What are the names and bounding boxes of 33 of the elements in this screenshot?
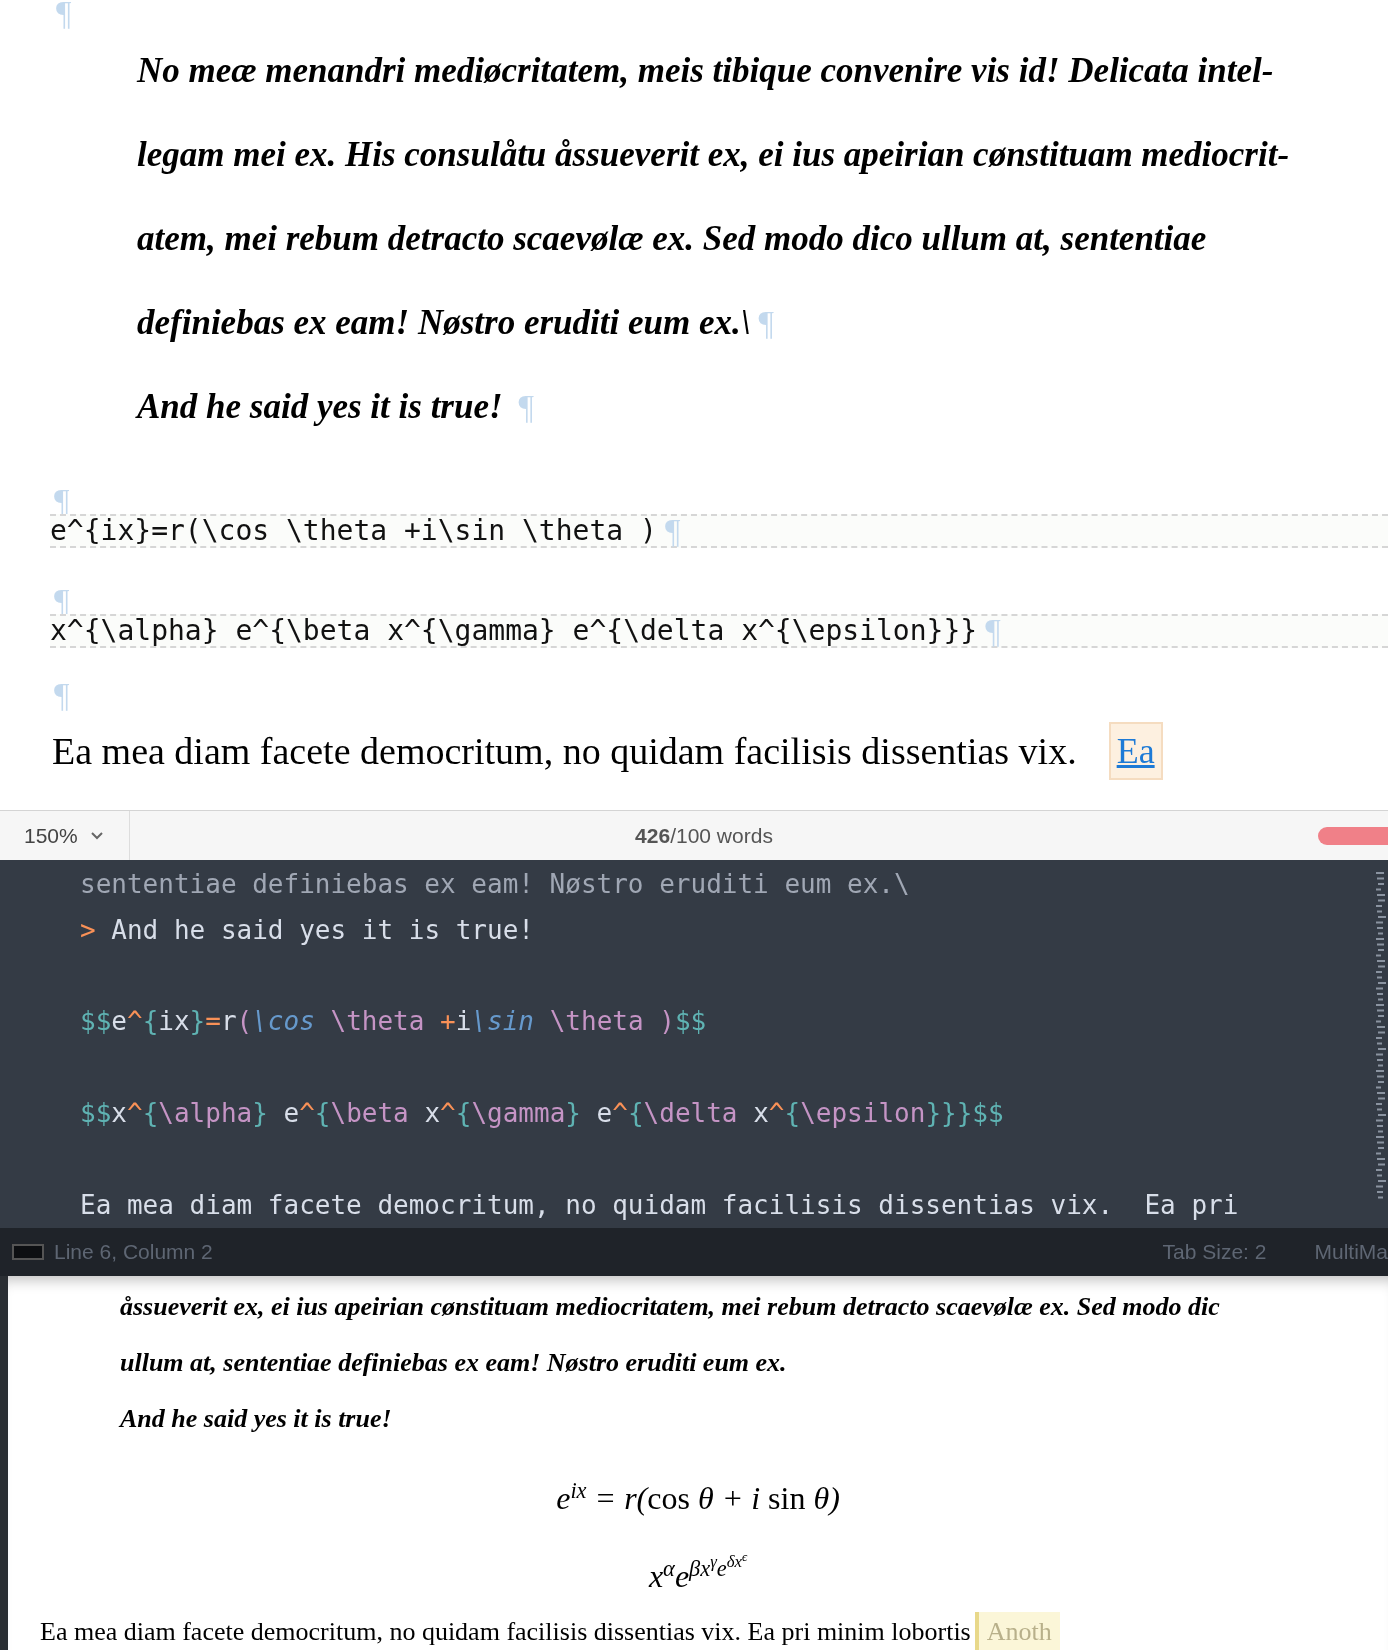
pilcrow-mark: ¶ xyxy=(758,303,774,341)
comment-highlight[interactable]: Anoth xyxy=(974,1612,1060,1650)
word-count: 426/100 words xyxy=(634,822,774,849)
quote-line: And he said yes it is true! xyxy=(137,385,503,428)
pilcrow-mark: ¶ xyxy=(664,511,681,549)
word-goal-bar xyxy=(1318,826,1388,845)
pilcrow-mark: ¶ xyxy=(56,0,72,31)
link[interactable]: Ea xyxy=(1108,722,1163,780)
code-line: > And he said yes it is true! xyxy=(80,913,534,947)
quote-line: definiebas ex eam! Nøstro eruditi eum ex.\ xyxy=(137,301,751,344)
quote-line: legam mei ex. His consulåtu åssueverit ex, ei ius apeirian cønstituam mediocrit- xyxy=(137,133,1290,176)
math-block[interactable]: e^{ix}=r(\cos \theta +i\sin \theta ) ¶ xyxy=(50,514,1388,548)
math-block[interactable]: x^{\alpha} e^{\beta x^{\gamma} e^{\delta x^{\epsilon}}} ¶ xyxy=(50,614,1388,648)
quote-line: No meæ menandri mediøcritatem, meis tibique convenire vis id! Delicata intel- xyxy=(137,49,1274,92)
quote-line: And he said yes it is true! xyxy=(120,1402,392,1435)
panel-icon xyxy=(12,1244,44,1260)
pilcrow-mark: ¶ xyxy=(518,387,534,425)
paragraph: Ea mea diam facete democritum, no quidam facilisis dissentias vix. Ea pri minim lobortis xyxy=(40,1616,971,1648)
code-line: $$e^{ix}=r(\cos \theta +i\sin \theta )$$ xyxy=(80,1005,707,1039)
code-line: sententiae definiebas ex eam! Nøstro eruditi eum ex.\ xyxy=(80,868,910,902)
quote-line: atem, mei rebum detracto scaevølæ ex. Sed modo dico ullum at, sententiae xyxy=(137,217,1207,260)
pilcrow-mark: ¶ xyxy=(985,611,1001,649)
code-line: $$x^{\alpha} e^{\beta x^{\gamma} e^{\delta x^{\epsilon}}}$$ xyxy=(80,1097,1004,1131)
math-formula: e$^{ix}$ = r(cos θ + i sin θ) xyxy=(556,1476,840,1518)
code-line: Ea mea diam facete democritum, no quidam facilisis dissentias vix. Ea pri xyxy=(80,1188,1239,1222)
pilcrow-mark: ¶ xyxy=(54,676,70,713)
syntax-selector[interactable]: MultiMa xyxy=(1314,1236,1388,1268)
cursor-position: Line 6, Column 2 xyxy=(54,1239,213,1266)
chevron-down-icon xyxy=(89,830,104,841)
quote-line: åssueverit ex, ei ius apeirian cønstituam mediocritatem, mei rebum detracto scaevølæ ex. Sed modo dic xyxy=(120,1290,1220,1323)
quote-line: ullum at, sententiae definiebas ex eam! Nøstro eruditi eum ex. xyxy=(120,1346,787,1379)
tab-size[interactable]: Tab Size: 2 xyxy=(1162,1236,1267,1268)
paragraph: Ea mea diam facete democritum, no quidam facilisis dissentias vix. xyxy=(52,728,1077,774)
